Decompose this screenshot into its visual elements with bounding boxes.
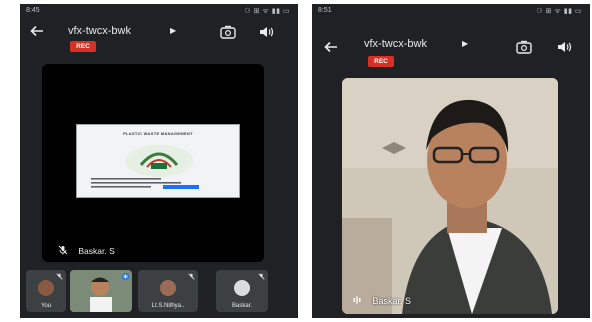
avatar	[234, 280, 250, 296]
tile-name-row: Baskar. S	[58, 245, 115, 256]
meet-screen-presenting: 8:45 ⚆ ⊞ ᯤ ▮▮ ▭ vfx-twcx-bwk ▶ REC PLAST…	[20, 4, 298, 318]
slide-title: PLASTIC WASTE MANAGEMENT	[123, 131, 193, 136]
status-time: 8:45	[26, 7, 40, 14]
caret-right-icon[interactable]: ▶	[462, 39, 468, 48]
participant-video-image	[342, 78, 558, 314]
meeting-code[interactable]: vfx-twcx-bwk	[364, 38, 427, 50]
switch-camera-button[interactable]	[220, 25, 236, 39]
caret-right-icon[interactable]: ▶	[170, 26, 176, 35]
switch-camera-icon	[220, 25, 236, 39]
meeting-header: vfx-twcx-bwk ▶ REC	[312, 18, 590, 67]
recording-badge: REC	[368, 56, 394, 67]
audio-level-icon	[122, 273, 129, 280]
mic-off-icon	[58, 245, 68, 255]
meeting-header: vfx-twcx-bwk ▶ REC	[20, 18, 298, 62]
speaker-icon	[558, 42, 572, 52]
presentation-tile[interactable]: PLASTIC WASTE MANAGEMENT Baskar. S	[42, 64, 264, 262]
slide-text-lines	[91, 178, 199, 189]
participant-label: Baskar.	[231, 303, 252, 309]
audio-level-icon	[353, 296, 361, 304]
shared-slide: PLASTIC WASTE MANAGEMENT	[76, 124, 240, 198]
tile-participant-name: Baskar. S	[372, 296, 412, 306]
status-time: 8:51	[318, 7, 332, 14]
status-bar: 8:45 ⚆ ⊞ ᯤ ▮▮ ▭	[20, 4, 298, 18]
switch-camera-button[interactable]	[516, 40, 532, 54]
mic-off-icon	[56, 273, 63, 280]
status-icons: ⚆ ⊞ ᯤ ▮▮ ▭	[244, 8, 290, 15]
participant-thumb-nithya[interactable]: Lt.S.Nithya..	[138, 270, 198, 312]
status-icons: ⚆ ⊞ ᯤ ▮▮ ▭	[536, 8, 582, 15]
tile-participant-name: Baskar. S	[78, 246, 115, 256]
arrow-left-icon	[30, 25, 43, 37]
participant-thumb-baskar[interactable]: Baskar.	[216, 270, 268, 312]
participant-video-tile[interactable]: Baskar. S	[342, 78, 558, 314]
back-button[interactable]	[28, 24, 46, 42]
arrow-left-icon	[324, 41, 337, 53]
mic-off-icon	[258, 273, 265, 280]
slide-logo-image	[125, 145, 193, 177]
participant-label: You	[40, 303, 52, 309]
back-button[interactable]	[322, 40, 340, 58]
audio-output-button[interactable]	[556, 40, 572, 54]
mic-off-icon	[188, 273, 195, 280]
audio-output-button[interactable]	[258, 25, 274, 39]
avatar	[38, 280, 54, 296]
participant-thumb-speaking[interactable]	[70, 270, 132, 312]
status-bar: 8:51 ⚆ ⊞ ᯤ ▮▮ ▭	[312, 4, 590, 18]
meeting-code[interactable]: vfx-twcx-bwk	[68, 25, 131, 37]
switch-camera-icon	[516, 40, 532, 54]
participant-label: Lt.S.Nithya..	[151, 303, 185, 309]
recording-badge: REC	[70, 41, 96, 52]
speaker-icon	[260, 27, 274, 37]
avatar	[160, 280, 176, 296]
tile-name-row: Baskar. S	[352, 295, 411, 306]
meet-screen-video: 8:51 ⚆ ⊞ ᯤ ▮▮ ▭ vfx-twcx-bwk ▶ REC Baska…	[312, 4, 590, 318]
participant-thumb-you[interactable]: You	[26, 270, 66, 312]
